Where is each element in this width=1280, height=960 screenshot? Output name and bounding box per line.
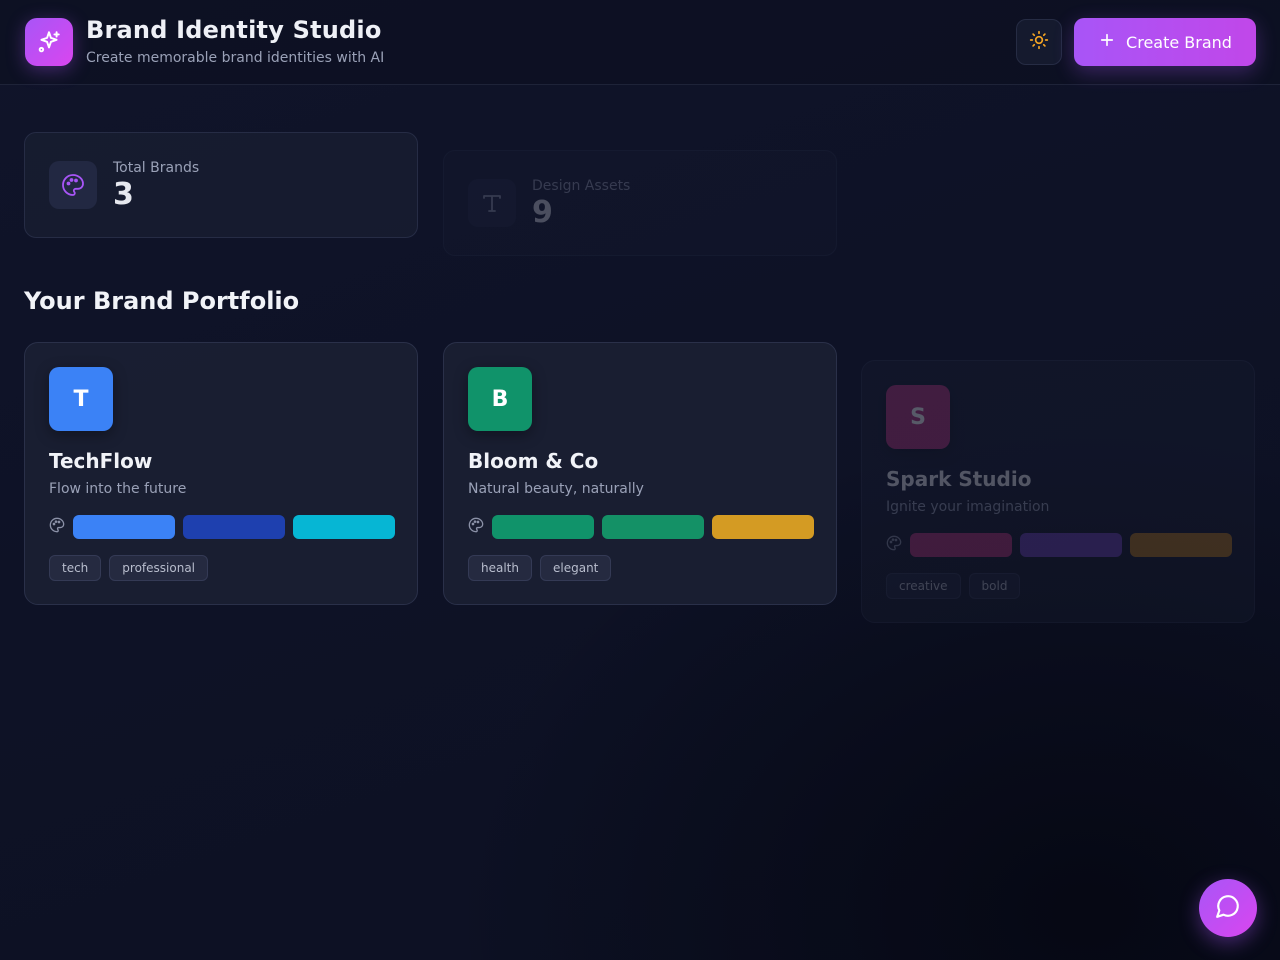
- app-header: Brand Identity Studio Create memorable b…: [0, 0, 1280, 85]
- plus-icon: [1098, 31, 1116, 53]
- tag: tech: [49, 555, 102, 581]
- stat-label: Design Assets: [532, 178, 631, 194]
- color-swatch[interactable]: [492, 515, 594, 539]
- color-swatch[interactable]: [712, 515, 814, 539]
- create-brand-label: Create Brand: [1126, 32, 1232, 52]
- color-swatch[interactable]: [73, 515, 175, 539]
- brand-name: Spark Studio: [886, 467, 1032, 491]
- sun-icon: [1029, 30, 1049, 54]
- chat-button[interactable]: [1199, 879, 1257, 937]
- tag-list: tech professional: [49, 555, 209, 581]
- brand-name: Bloom & Co: [468, 449, 599, 473]
- message-circle-icon: [1215, 893, 1241, 923]
- color-palette: [49, 515, 395, 539]
- palette-icon: [886, 535, 902, 555]
- type-icon: [468, 179, 516, 227]
- app-title: Brand Identity Studio: [86, 16, 382, 44]
- color-swatch[interactable]: [183, 515, 285, 539]
- sparkles-icon: [25, 18, 73, 66]
- section-title: Your Brand Portfolio: [24, 287, 300, 315]
- create-brand-button[interactable]: Create Brand: [1074, 18, 1256, 66]
- color-swatch[interactable]: [602, 515, 704, 539]
- tag: creative: [886, 573, 961, 599]
- color-swatch[interactable]: [293, 515, 395, 539]
- stat-label: Total Brands: [113, 160, 200, 176]
- brand-tagline: Flow into the future: [49, 481, 187, 497]
- palette-icon: [468, 517, 484, 537]
- palette-icon: [49, 161, 97, 209]
- app-subtitle: Create memorable brand identities with A…: [86, 50, 385, 66]
- color-swatch[interactable]: [1130, 533, 1232, 557]
- tag-list: creative bold: [886, 573, 1021, 599]
- brand-name: TechFlow: [49, 449, 153, 473]
- color-palette: [886, 533, 1232, 557]
- stat-card-total-brands: Total Brands 3: [24, 132, 418, 238]
- color-swatch[interactable]: [910, 533, 1012, 557]
- theme-toggle-button[interactable]: [1016, 19, 1062, 65]
- stat-value: 3: [113, 177, 134, 212]
- palette-icon: [49, 517, 65, 537]
- tag-list: health elegant: [468, 555, 612, 581]
- tag: health: [468, 555, 532, 581]
- tag: elegant: [540, 555, 612, 581]
- brand-tagline: Natural beauty, naturally: [468, 481, 644, 497]
- brand-avatar: B: [468, 367, 532, 431]
- brand-avatar: T: [49, 367, 113, 431]
- brand-avatar: S: [886, 385, 950, 449]
- brand-card-spark-studio[interactable]: S Spark Studio Ignite your imagination c…: [861, 360, 1255, 623]
- tag: professional: [109, 555, 209, 581]
- brand-card-bloom-co[interactable]: B Bloom & Co Natural beauty, naturally h…: [443, 342, 837, 605]
- color-swatch[interactable]: [1020, 533, 1122, 557]
- brand-card-techflow[interactable]: T TechFlow Flow into the future tech pro…: [24, 342, 418, 605]
- color-palette: [468, 515, 814, 539]
- brand-tagline: Ignite your imagination: [886, 499, 1050, 515]
- stat-value: 9: [532, 195, 553, 230]
- stat-card-design-assets: Design Assets 9: [443, 150, 837, 256]
- tag: bold: [968, 573, 1021, 599]
